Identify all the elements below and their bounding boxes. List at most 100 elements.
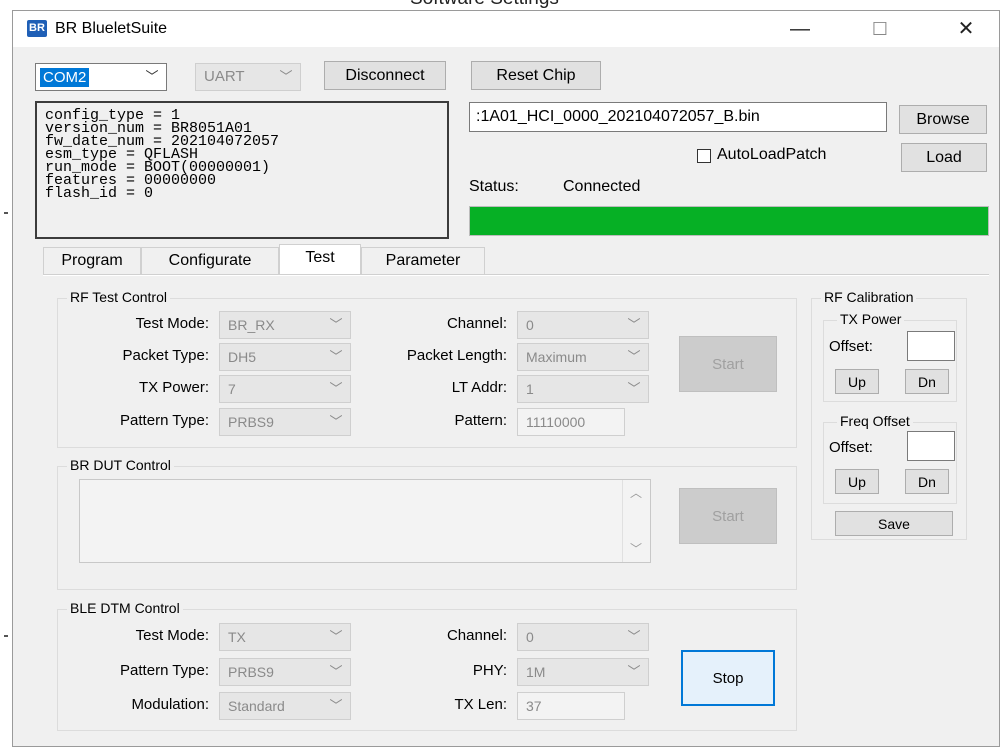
close-icon[interactable]: ✕	[943, 15, 989, 43]
background-mark	[4, 635, 8, 637]
packet-length-value: Maximum	[526, 349, 587, 365]
chevron-down-icon: ﹀	[329, 414, 343, 429]
pattern-label: Pattern:	[454, 412, 507, 429]
browse-button[interactable]: Browse	[899, 105, 987, 134]
freq-offset-calibration-title: Freq Offset	[837, 413, 913, 429]
chevron-down-icon: ﹀	[627, 381, 641, 396]
modulation-label: Modulation:	[131, 696, 209, 713]
modulation-value: Standard	[228, 698, 285, 714]
packet-length-label: Packet Length:	[406, 347, 507, 364]
lt-addr-select[interactable]: 1 ﹀	[517, 375, 649, 403]
chevron-down-icon: ﹀	[145, 69, 159, 84]
chevron-down-icon: ﹀	[627, 664, 641, 679]
modulation-select[interactable]: Standard ﹀	[219, 692, 351, 720]
scroll-up-icon[interactable]: ︿	[630, 484, 642, 501]
scroll-down-icon[interactable]: ﹀	[630, 540, 642, 557]
app-icon: BR	[27, 20, 47, 37]
rf-test-mode-label: Test Mode:	[135, 315, 209, 332]
disconnect-button[interactable]: Disconnect	[324, 61, 446, 90]
status-progress-fill	[470, 207, 988, 235]
chevron-down-icon: ﹀	[627, 349, 641, 364]
interface-select[interactable]: UART ﹀	[195, 63, 301, 91]
ble-test-mode-select[interactable]: TX ﹀	[219, 623, 351, 651]
maximize-icon[interactable]: ☐	[857, 15, 903, 43]
ble-pattern-type-select[interactable]: PRBS9 ﹀	[219, 658, 351, 686]
tx-len-field[interactable]: 37	[517, 692, 625, 720]
chevron-down-icon: ﹀	[329, 317, 343, 332]
ble-pattern-type-label: Pattern Type:	[120, 662, 209, 679]
tab-test[interactable]: Test	[279, 244, 361, 275]
ble-test-mode-label: Test Mode:	[135, 627, 209, 644]
load-button[interactable]: Load	[901, 143, 987, 172]
title-bar[interactable]: BR BR BlueletSuite — ☐ ✕	[13, 11, 999, 47]
packet-length-select[interactable]: Maximum ﹀	[517, 343, 649, 371]
tx-up-button[interactable]: Up	[835, 369, 879, 394]
ble-dtm-stop-button[interactable]: Stop	[681, 650, 775, 706]
freq-offset-field[interactable]	[907, 431, 955, 461]
br-dut-start-button[interactable]: Start	[679, 488, 777, 544]
window-title: BR BlueletSuite	[55, 20, 168, 37]
tx-power-calibration-title: TX Power	[837, 311, 905, 327]
background-mark	[4, 212, 8, 214]
rf-channel-value: 0	[526, 317, 534, 333]
app-window: BR BR BlueletSuite — ☐ ✕ COM2 ﹀ UART ﹀ D…	[12, 10, 1000, 747]
background-window-title: Software Settings	[410, 0, 559, 10]
autoload-label: AutoLoadPatch	[717, 146, 827, 163]
rf-channel-select[interactable]: 0 ﹀	[517, 311, 649, 339]
packet-type-label: Packet Type:	[122, 347, 209, 364]
reset-chip-button[interactable]: Reset Chip	[471, 61, 601, 90]
com-port-select[interactable]: COM2 ﹀	[35, 63, 167, 91]
ble-channel-value: 0	[526, 629, 534, 645]
pattern-type-select[interactable]: PRBS9 ﹀	[219, 408, 351, 436]
rf-calibration-title: RF Calibration	[821, 289, 917, 305]
ble-pattern-type-value: PRBS9	[228, 664, 274, 680]
chevron-down-icon: ﹀	[329, 381, 343, 396]
rf-test-start-button[interactable]: Start	[679, 336, 777, 392]
rf-channel-label: Channel:	[446, 315, 507, 332]
tab-configurate[interactable]: Configurate	[141, 247, 279, 275]
freq-offset-label: Offset:	[829, 439, 873, 456]
chip-info-panel: config_type = 1 version_num = BR8051A01 …	[35, 101, 449, 239]
rf-test-mode-select[interactable]: BR_RX ﹀	[219, 311, 351, 339]
ble-dtm-control-title: BLE DTM Control	[67, 600, 183, 616]
status-label: Status:	[469, 178, 519, 195]
tx-len-label: TX Len:	[454, 696, 507, 713]
lt-addr-value: 1	[526, 381, 534, 397]
pattern-field[interactable]: 11110000	[517, 408, 625, 436]
chevron-down-icon: ﹀	[329, 664, 343, 679]
save-button[interactable]: Save	[835, 511, 953, 536]
br-dut-log-area[interactable]: ︿ ﹀	[79, 479, 651, 563]
chevron-down-icon: ﹀	[627, 317, 641, 332]
br-dut-control-title: BR DUT Control	[67, 457, 174, 473]
phy-value: 1M	[526, 664, 546, 680]
tx-power-select[interactable]: 7 ﹀	[219, 375, 351, 403]
tx-power-label: TX Power:	[138, 379, 209, 396]
pattern-type-value: PRBS9	[228, 414, 274, 430]
tx-dn-button[interactable]: Dn	[905, 369, 949, 394]
freq-up-button[interactable]: Up	[835, 469, 879, 494]
freq-dn-button[interactable]: Dn	[905, 469, 949, 494]
packet-type-select[interactable]: DH5 ﹀	[219, 343, 351, 371]
lt-addr-label: LT Addr:	[451, 379, 507, 396]
tab-parameter[interactable]: Parameter	[361, 247, 485, 275]
autoload-checkbox[interactable]	[697, 149, 711, 163]
chevron-down-icon: ﹀	[279, 69, 293, 84]
tab-divider	[43, 274, 989, 276]
com-port-value: COM2	[40, 68, 90, 87]
chevron-down-icon: ﹀	[329, 349, 343, 364]
phy-select[interactable]: 1M ﹀	[517, 658, 649, 686]
phy-label: PHY:	[472, 662, 507, 679]
minimize-icon[interactable]: —	[777, 15, 823, 43]
patch-file-field[interactable]: :1A01_HCI_0000_202104072057_B.bin	[469, 102, 887, 132]
tx-power-value: 7	[228, 381, 236, 397]
ble-channel-select[interactable]: 0 ﹀	[517, 623, 649, 651]
interface-value: UART	[204, 68, 245, 85]
ble-channel-label: Channel:	[446, 627, 507, 644]
tab-program[interactable]: Program	[43, 247, 141, 275]
chevron-down-icon: ﹀	[329, 629, 343, 644]
scrollbar[interactable]: ︿ ﹀	[622, 480, 650, 562]
ble-test-mode-value: TX	[228, 629, 246, 645]
tx-offset-field[interactable]	[907, 331, 955, 361]
chevron-down-icon: ﹀	[329, 698, 343, 713]
tx-offset-label: Offset:	[829, 338, 873, 355]
